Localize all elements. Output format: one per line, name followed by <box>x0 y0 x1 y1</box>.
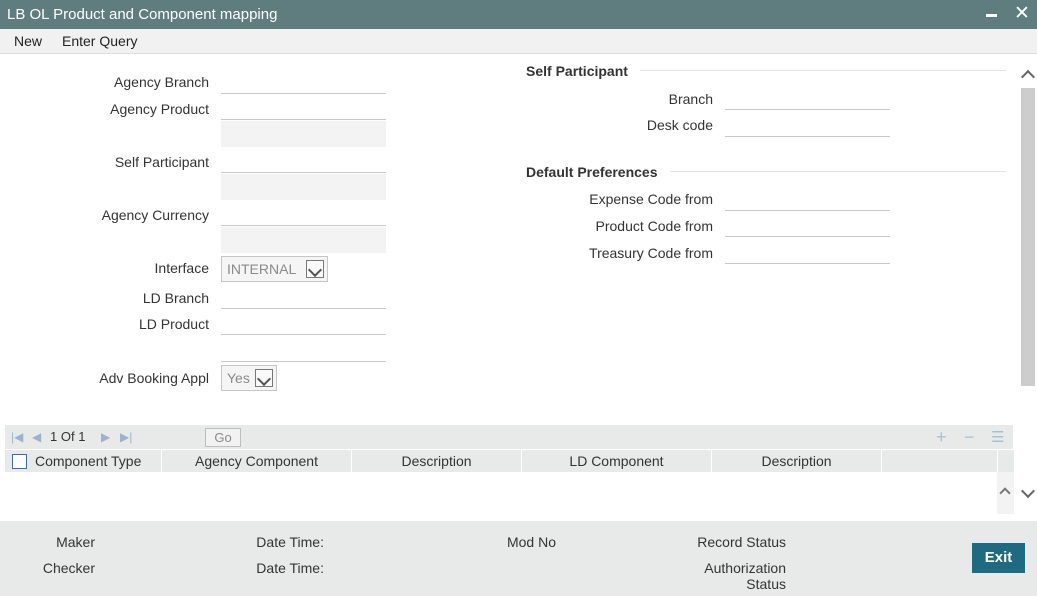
column-ld-component[interactable]: LD Component <box>522 453 711 469</box>
self-participant-label: Self Participant <box>114 154 209 170</box>
grid-body <box>5 472 997 514</box>
previous-page-icon[interactable]: ◀ <box>32 430 41 444</box>
ld-product-description <box>221 336 386 362</box>
page-of: Of <box>60 429 75 444</box>
agency-currency-label: Agency Currency <box>101 207 209 223</box>
next-page-icon[interactable]: ▶ <box>101 430 110 444</box>
minimize-button[interactable] <box>985 4 999 24</box>
audit-footer: Maker Checker Date Time: Date Time: Mod … <box>0 521 1037 596</box>
checker-date-time-label: Date Time: <box>256 560 324 576</box>
self-participant-input[interactable] <box>221 147 386 173</box>
agency-currency-input[interactable] <box>221 200 386 226</box>
single-record-view-icon[interactable]: ☰ <box>991 428 1004 446</box>
scroll-up-icon[interactable] <box>1020 69 1036 85</box>
add-row-icon[interactable]: + <box>936 427 947 448</box>
ld-product-input[interactable] <box>221 309 386 335</box>
adv-booking-select[interactable]: Yes <box>221 365 277 391</box>
authorization-status-label-2: Status <box>746 576 786 592</box>
treasury-code-from-label: Treasury Code from <box>589 245 713 261</box>
mod-no-label: Mod No <box>506 534 556 550</box>
self-participant-description <box>221 174 386 200</box>
treasury-code-from-input[interactable] <box>725 238 890 264</box>
agency-currency-description <box>221 227 386 253</box>
branch-input[interactable] <box>725 84 890 110</box>
authorization-status-label: Authorization <box>704 560 786 576</box>
ld-branch-label: LD Branch <box>142 290 209 306</box>
interface-value: INTERNAL <box>227 261 297 277</box>
grid-toolbar: |◀ ◀ 1 Of 1 ▶ ▶| Go + − ☰ <box>5 425 1013 449</box>
close-icon[interactable]: ✕ <box>1012 3 1032 25</box>
expense-code-from-input[interactable] <box>725 185 890 211</box>
last-page-icon[interactable]: ▶| <box>120 430 132 444</box>
product-code-from-label: Product Code from <box>595 218 714 234</box>
chevron-down-icon[interactable] <box>255 369 273 387</box>
page-current: 1 <box>50 429 58 444</box>
default-preferences-section-title: Default Preferences <box>526 164 658 180</box>
column-agency-component[interactable]: Agency Component <box>162 453 351 469</box>
interface-select[interactable]: INTERNAL <box>221 256 328 282</box>
maker-date-time-label: Date Time: <box>256 534 324 550</box>
agency-product-label: Agency Product <box>110 101 209 117</box>
chevron-down-icon[interactable] <box>306 260 324 278</box>
agency-branch-input[interactable] <box>221 68 386 94</box>
maker-label: Maker <box>56 534 95 550</box>
record-status-label: Record Status <box>697 534 786 550</box>
menu-item-new[interactable]: New <box>14 33 42 49</box>
column-separator <box>881 450 882 472</box>
scrollbar-thumb[interactable] <box>1021 88 1035 386</box>
page-total: 1 <box>78 429 86 444</box>
expense-code-from-label: Expense Code from <box>589 191 713 207</box>
ld-branch-input[interactable] <box>221 283 386 309</box>
product-code-from-input[interactable] <box>725 211 890 237</box>
checker-label: Checker <box>42 560 95 576</box>
grid-header: Component Type Agency Component Descript… <box>5 450 1014 472</box>
pagination-info: 1 Of 1 <box>50 429 85 444</box>
agency-product-input[interactable] <box>221 94 386 120</box>
menu-bar: New Enter Query <box>0 29 1037 54</box>
agency-branch-label: Agency Branch <box>114 74 209 90</box>
title-bar: LB OL Product and Component mapping ✕ <box>0 0 1037 29</box>
self-participant-section-title: Self Participant <box>526 63 628 79</box>
column-description[interactable]: Description <box>352 453 521 469</box>
column-separator <box>997 450 998 472</box>
scroll-down-icon[interactable] <box>1020 483 1036 499</box>
section-divider <box>640 70 1006 71</box>
delete-row-icon[interactable]: − <box>964 427 975 448</box>
exit-button[interactable]: Exit <box>972 543 1025 573</box>
agency-product-description <box>221 121 386 147</box>
window-title: LB OL Product and Component mapping <box>7 6 278 23</box>
interface-label: Interface <box>154 260 209 276</box>
first-page-icon[interactable]: |◀ <box>11 430 23 444</box>
ld-product-label: LD Product <box>138 316 209 332</box>
main-scrollbar[interactable] <box>1019 62 1037 516</box>
go-button[interactable]: Go <box>205 428 241 447</box>
adv-booking-value: Yes <box>227 370 250 386</box>
column-ld-description[interactable]: Description <box>712 453 881 469</box>
branch-label: Branch <box>668 91 713 107</box>
grid-scrollbar[interactable] <box>997 472 1014 514</box>
column-component-type[interactable]: Component Type <box>35 453 161 469</box>
desk-code-input[interactable] <box>725 111 890 137</box>
select-all-checkbox[interactable] <box>12 454 27 469</box>
scroll-up-icon[interactable] <box>999 487 1011 499</box>
adv-booking-label: Adv Booking Appl <box>99 370 209 386</box>
section-divider <box>670 171 1006 172</box>
menu-item-enter-query[interactable]: Enter Query <box>62 33 137 49</box>
desk-code-label: Desk code <box>646 117 713 133</box>
